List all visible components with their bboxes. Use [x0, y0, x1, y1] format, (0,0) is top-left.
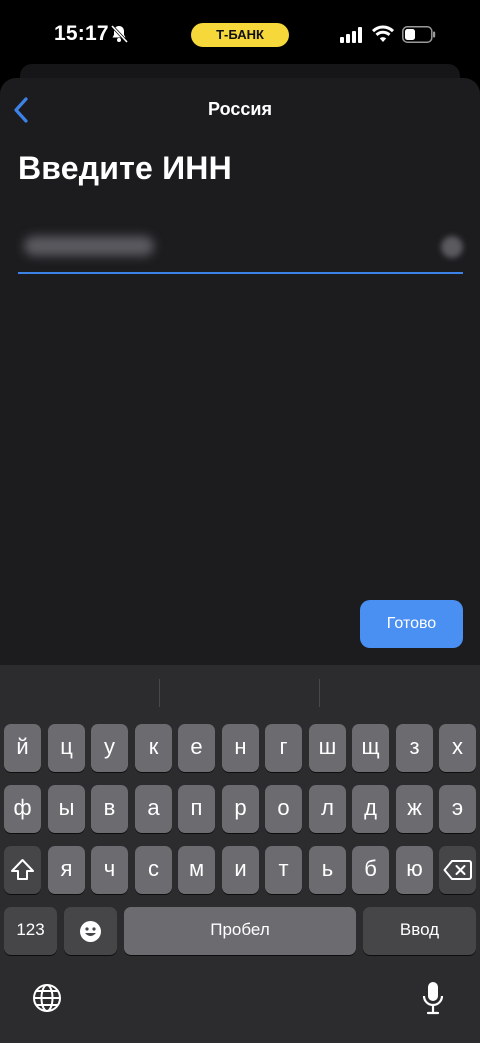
key[interactable]: д	[352, 785, 389, 833]
key[interactable]: р	[222, 785, 259, 833]
status-bar: 15:17 Т-БАНК	[0, 0, 480, 70]
cellular-signal-icon	[340, 27, 362, 43]
key[interactable]: п	[178, 785, 215, 833]
battery-icon	[402, 26, 436, 43]
inn-field[interactable]	[18, 228, 463, 274]
key[interactable]: г	[265, 724, 302, 772]
key[interactable]: ь	[309, 846, 346, 894]
key[interactable]: ы	[48, 785, 85, 833]
key[interactable]: а	[135, 785, 172, 833]
key[interactable]: з	[396, 724, 433, 772]
key[interactable]: ч	[91, 846, 128, 894]
numbers-key[interactable]: 123	[4, 907, 57, 955]
carrier-pill[interactable]: Т-БАНК	[191, 23, 289, 47]
emoji-icon	[80, 921, 101, 942]
key[interactable]: б	[352, 846, 389, 894]
field-underline	[18, 272, 463, 274]
space-key[interactable]: Пробел	[124, 907, 356, 955]
globe-icon[interactable]	[32, 983, 62, 1013]
key[interactable]: о	[265, 785, 302, 833]
bell-slash-icon	[110, 24, 129, 44]
emoji-key[interactable]	[64, 907, 117, 955]
clear-icon[interactable]	[441, 236, 463, 258]
key[interactable]: э	[439, 785, 476, 833]
key[interactable]: й	[4, 724, 41, 772]
wifi-icon	[372, 25, 394, 42]
key[interactable]: у	[91, 724, 128, 772]
return-key[interactable]: Ввод	[363, 907, 476, 955]
shift-icon	[11, 859, 34, 880]
page-title: Введите ИНН	[18, 150, 232, 186]
backspace-key[interactable]	[439, 846, 476, 894]
key[interactable]: ю	[396, 846, 433, 894]
key[interactable]: в	[91, 785, 128, 833]
suggestion-divider	[159, 679, 160, 707]
key[interactable]: м	[178, 846, 215, 894]
key[interactable]: х	[439, 724, 476, 772]
key[interactable]: ш	[309, 724, 346, 772]
shift-key[interactable]	[4, 846, 41, 894]
status-time: 15:17	[54, 22, 109, 45]
key[interactable]: ж	[396, 785, 433, 833]
backspace-icon	[443, 860, 472, 880]
done-button[interactable]: Готово	[360, 600, 463, 648]
key[interactable]: л	[309, 785, 346, 833]
key[interactable]: щ	[352, 724, 389, 772]
key[interactable]: ф	[4, 785, 41, 833]
nav-title: Россия	[208, 99, 272, 119]
key[interactable]: е	[178, 724, 215, 772]
key[interactable]: к	[135, 724, 172, 772]
key[interactable]: ц	[48, 724, 85, 772]
suggestion-divider	[319, 679, 320, 707]
inn-value[interactable]	[24, 236, 154, 256]
key[interactable]: с	[135, 846, 172, 894]
microphone-icon[interactable]	[421, 980, 445, 1016]
key[interactable]: я	[48, 846, 85, 894]
keyboard: й ц у к е н г ш щ з х ф ы в а п р о л д …	[0, 665, 480, 1043]
key[interactable]: н	[222, 724, 259, 772]
key[interactable]: и	[222, 846, 259, 894]
key[interactable]: т	[265, 846, 302, 894]
